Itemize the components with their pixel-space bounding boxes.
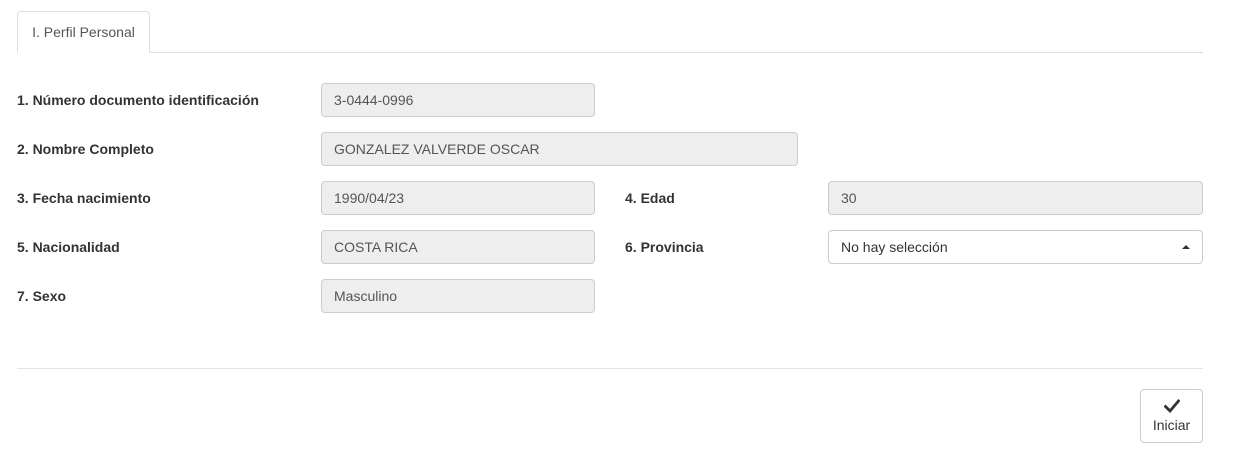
tab-perfil-personal[interactable]: I. Perfil Personal	[17, 11, 150, 53]
nombre-field[interactable]: GONZALEZ VALVERDE OSCAR	[321, 132, 798, 166]
edad-field[interactable]: 30	[828, 181, 1203, 215]
nacionalidad-label: 5. Nacionalidad	[17, 239, 120, 255]
sexo-field[interactable]: Masculino	[321, 279, 595, 313]
sexo-label: 7. Sexo	[17, 288, 67, 304]
documento-label: 1. Número documento identificación	[17, 92, 259, 108]
footer-divider	[17, 368, 1203, 369]
fecha-nacimiento-label: 3. Fecha nacimiento	[17, 190, 151, 206]
iniciar-button[interactable]: Iniciar	[1140, 389, 1203, 443]
nacionalidad-field[interactable]: COSTA RICA	[321, 230, 595, 264]
provincia-select-value: No hay selección	[841, 239, 948, 255]
tab-strip	[17, 52, 1203, 53]
provincia-label: 6. Provincia	[625, 239, 704, 255]
nombre-label: 2. Nombre Completo	[17, 141, 154, 157]
fecha-nacimiento-field[interactable]: 1990/04/23	[321, 181, 595, 215]
caret-up-icon	[1182, 245, 1190, 249]
provincia-select[interactable]: No hay selección	[828, 230, 1203, 264]
checkmark-icon	[1163, 399, 1180, 413]
iniciar-button-label: Iniciar	[1152, 417, 1191, 433]
documento-field[interactable]: 3-0444-0996	[321, 83, 595, 117]
edad-label: 4. Edad	[625, 190, 675, 206]
